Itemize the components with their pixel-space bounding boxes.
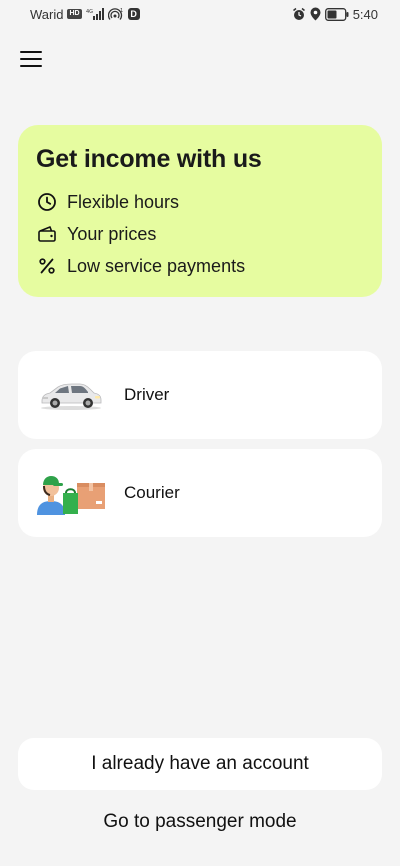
svg-text:4G: 4G <box>86 9 93 15</box>
hamburger-menu-icon-line <box>20 51 42 53</box>
hotspot-icon: 1 <box>107 8 123 20</box>
promo-item-flexible-hours: Flexible hours <box>36 186 364 218</box>
courier-option[interactable]: Courier <box>18 449 382 537</box>
signal-icon: 4G <box>86 8 104 20</box>
status-bar-right: 5:40 <box>292 7 378 22</box>
alarm-icon <box>292 7 305 20</box>
driver-option[interactable]: Driver <box>18 351 382 439</box>
driver-label: Driver <box>124 385 170 404</box>
car-illustration <box>18 351 124 439</box>
hd-badge-icon: HD <box>67 9 82 19</box>
carrier-name: Warid <box>30 6 64 22</box>
promo-item-label: Low service payments <box>67 255 246 276</box>
status-bar: Warid HD 4G 1 D 5:40 <box>0 0 400 28</box>
wallet-icon <box>36 223 58 245</box>
clock-icon <box>36 191 58 213</box>
passenger-mode-link[interactable]: Go to passenger mode <box>0 805 400 839</box>
promo-item-your-prices: Your prices <box>36 218 364 250</box>
svg-text:1: 1 <box>120 8 123 14</box>
hamburger-menu-icon-line <box>20 65 42 67</box>
status-bar-left: Warid HD 4G 1 D <box>30 7 140 22</box>
promo-item-label: Your prices <box>67 223 157 244</box>
promo-item-label: Flexible hours <box>67 191 180 212</box>
percent-icon <box>36 255 58 277</box>
clock-time: 5:40 <box>352 6 378 22</box>
existing-account-button[interactable]: I already have an account <box>18 738 382 790</box>
promo-title: Get income with us <box>36 145 262 173</box>
courier-label: Courier <box>124 483 180 502</box>
courier-illustration <box>18 449 124 537</box>
menu-button[interactable] <box>20 50 44 68</box>
hamburger-menu-icon-line <box>20 58 42 60</box>
battery-icon <box>324 7 349 21</box>
location-icon <box>310 7 321 21</box>
promo-item-low-service-payments: Low service payments <box>36 250 364 282</box>
d-app-icon: D <box>127 8 140 20</box>
promo-card: Get income with us Flexible hours Your p… <box>18 125 382 297</box>
